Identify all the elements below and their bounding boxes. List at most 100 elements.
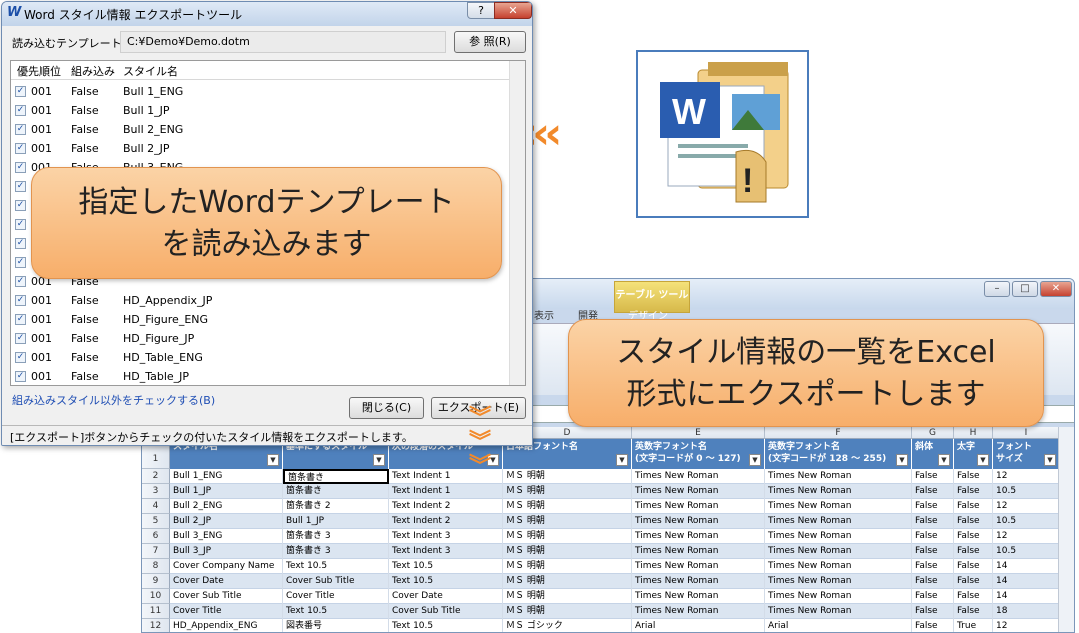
close-button[interactable]: 閉じる(C) — [349, 397, 424, 419]
help-button[interactable]: ? — [467, 2, 495, 19]
table-cell[interactable]: 箇条書き 2 — [283, 499, 389, 514]
checkbox[interactable]: ✓ — [15, 276, 26, 287]
table-cell[interactable]: 14 — [993, 559, 1060, 574]
checkbox[interactable]: ✓ — [15, 257, 26, 268]
excel-close-button[interactable]: ✕ — [1040, 281, 1072, 297]
table-cell[interactable]: ＭＳ 明朝 — [503, 529, 632, 544]
table-cell[interactable]: Cover Sub Title — [389, 604, 503, 619]
table-cell[interactable]: Cover Sub Title — [170, 589, 283, 604]
row-number[interactable]: 6 — [142, 529, 170, 544]
excel-vertical-scrollbar[interactable] — [1058, 427, 1074, 632]
checkbox[interactable]: ✓ — [15, 238, 26, 249]
table-cell[interactable]: Times New Roman — [632, 544, 765, 559]
table-cell[interactable]: ＭＳ ゴシック — [503, 619, 632, 632]
checkbox[interactable]: ✓ — [15, 162, 26, 173]
table-cell[interactable]: Times New Roman — [632, 529, 765, 544]
table-cell[interactable]: False — [912, 589, 954, 604]
list-item[interactable]: ✓ 001 False HD_Figure_JP — [11, 329, 511, 348]
table-cell[interactable]: False — [954, 514, 993, 529]
table-cell[interactable]: False — [912, 559, 954, 574]
table-cell[interactable]: Text Indent 3 — [389, 529, 503, 544]
checkbox[interactable]: ✓ — [15, 105, 26, 116]
column-header[interactable]: G — [912, 427, 954, 439]
checkbox[interactable]: ✓ — [15, 295, 26, 306]
table-cell[interactable]: 12 — [993, 469, 1060, 484]
table-cell[interactable]: Times New Roman — [632, 499, 765, 514]
table-cell[interactable]: Cover Title — [170, 604, 283, 619]
list-item[interactable]: ✓ 001 False HD_Table_JP — [11, 367, 511, 386]
column-header[interactable]: F — [765, 427, 912, 439]
minimize-button[interactable]: – — [984, 281, 1010, 297]
browse-button[interactable]: 参 照(R) — [454, 31, 526, 53]
table-cell[interactable]: Cover Title — [283, 589, 389, 604]
table-cell[interactable]: Bull 1_JP — [283, 514, 389, 529]
table-cell[interactable]: Times New Roman — [632, 574, 765, 589]
table-cell[interactable]: Times New Roman — [765, 529, 912, 544]
table-cell[interactable]: Times New Roman — [765, 559, 912, 574]
table-cell[interactable]: False — [954, 544, 993, 559]
filter-dropdown-icon[interactable]: ▼ — [616, 454, 628, 466]
table-cell[interactable]: False — [912, 604, 954, 619]
table-cell[interactable]: Cover Date — [170, 574, 283, 589]
table-cell[interactable]: False — [954, 484, 993, 499]
table-cell[interactable]: ＭＳ 明朝 — [503, 499, 632, 514]
table-cell[interactable]: False — [912, 574, 954, 589]
list-scrollbar[interactable] — [509, 61, 525, 385]
table-cell[interactable]: Text Indent 2 — [389, 499, 503, 514]
table-cell[interactable]: False — [954, 529, 993, 544]
template-path-field[interactable]: C:¥Demo¥Demo.dotm — [120, 31, 446, 53]
checkbox[interactable]: ✓ — [15, 371, 26, 382]
row-number[interactable]: 4 — [142, 499, 170, 514]
table-cell[interactable]: Text Indent 3 — [389, 544, 503, 559]
table-cell[interactable]: 箇条書き — [283, 484, 389, 499]
table-cell[interactable]: False — [912, 544, 954, 559]
checkbox[interactable]: ✓ — [15, 333, 26, 344]
table-cell[interactable]: Text 10.5 — [283, 604, 389, 619]
table-cell[interactable]: 14 — [993, 574, 1060, 589]
filter-dropdown-icon[interactable]: ▼ — [1044, 454, 1056, 466]
table-cell[interactable]: Times New Roman — [765, 604, 912, 619]
table-cell[interactable]: False — [912, 484, 954, 499]
table-cell[interactable]: False — [912, 514, 954, 529]
table-cell[interactable]: ＭＳ 明朝 — [503, 514, 632, 529]
table-cell[interactable]: 10.5 — [993, 544, 1060, 559]
list-item[interactable]: ✓ 001 False HD_Figure_ENG — [11, 310, 511, 329]
filter-dropdown-icon[interactable]: ▼ — [896, 454, 908, 466]
column-header[interactable]: I — [993, 427, 1060, 439]
table-cell[interactable]: 12 — [993, 619, 1060, 632]
table-cell[interactable]: Times New Roman — [765, 544, 912, 559]
row-number[interactable]: 5 — [142, 514, 170, 529]
check-non-builtin-link[interactable]: 組み込みスタイル以外をチェックする(B) — [12, 392, 215, 408]
list-item[interactable]: ✓ 001 False Bull 2_ENG — [11, 120, 511, 139]
table-cell[interactable]: True — [954, 619, 993, 632]
filter-dropdown-icon[interactable]: ▼ — [938, 454, 950, 466]
table-cell[interactable]: Times New Roman — [765, 499, 912, 514]
table-cell[interactable]: Times New Roman — [765, 514, 912, 529]
table-cell[interactable]: Times New Roman — [765, 574, 912, 589]
row-number[interactable]: 10 — [142, 589, 170, 604]
table-cell[interactable]: Bull 1_JP — [170, 484, 283, 499]
list-item[interactable]: ✓ 001 False HD_Table_ENG — [11, 348, 511, 367]
table-cell[interactable]: ＭＳ 明朝 — [503, 589, 632, 604]
table-cell[interactable]: False — [912, 619, 954, 632]
row-number[interactable]: 3 — [142, 484, 170, 499]
table-cell[interactable]: Text 10.5 — [283, 559, 389, 574]
checkbox[interactable]: ✓ — [15, 219, 26, 230]
dialog-close-button[interactable]: ✕ — [494, 2, 532, 19]
list-item[interactable]: ✓ 001 False Bull 2_JP — [11, 139, 511, 158]
table-cell[interactable]: False — [954, 589, 993, 604]
table-cell[interactable]: Bull 2_ENG — [170, 499, 283, 514]
table-cell[interactable]: Times New Roman — [765, 484, 912, 499]
table-cell[interactable]: Arial — [632, 619, 765, 632]
row-number[interactable]: 2 — [142, 469, 170, 484]
table-cell[interactable]: Text Indent 1 — [389, 484, 503, 499]
table-cell[interactable]: 図表番号 — [283, 619, 389, 632]
filter-dropdown-icon[interactable]: ▼ — [749, 454, 761, 466]
table-cell[interactable]: Bull 3_JP — [170, 544, 283, 559]
table-cell[interactable]: False — [954, 469, 993, 484]
checkbox[interactable]: ✓ — [15, 200, 26, 211]
table-cell[interactable]: ＭＳ 明朝 — [503, 604, 632, 619]
table-cell[interactable]: Times New Roman — [765, 469, 912, 484]
table-cell[interactable]: 14 — [993, 589, 1060, 604]
table-cell[interactable]: Times New Roman — [632, 604, 765, 619]
